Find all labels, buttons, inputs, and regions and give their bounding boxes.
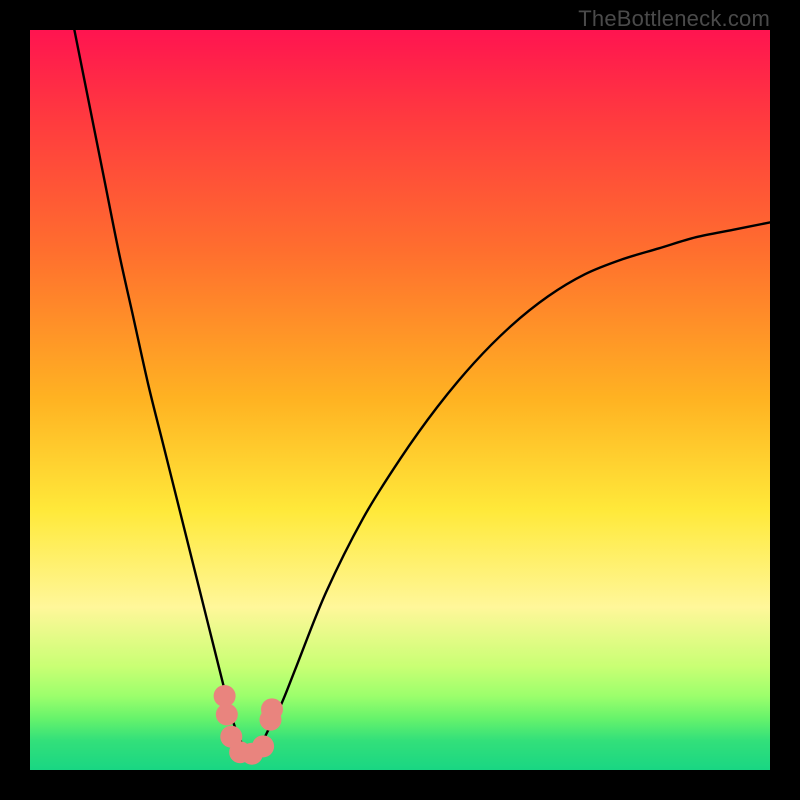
fit-marker-dot	[214, 685, 236, 707]
fit-marker-dot	[216, 704, 238, 726]
bottleneck-curve	[74, 30, 770, 755]
plot-area	[30, 30, 770, 770]
fit-marker-dot	[261, 698, 283, 720]
best-fit-marker	[214, 685, 283, 765]
fit-marker-dot	[252, 735, 274, 757]
curve-layer	[30, 30, 770, 770]
chart-frame: TheBottleneck.com	[0, 0, 800, 800]
watermark-text: TheBottleneck.com	[578, 6, 770, 32]
